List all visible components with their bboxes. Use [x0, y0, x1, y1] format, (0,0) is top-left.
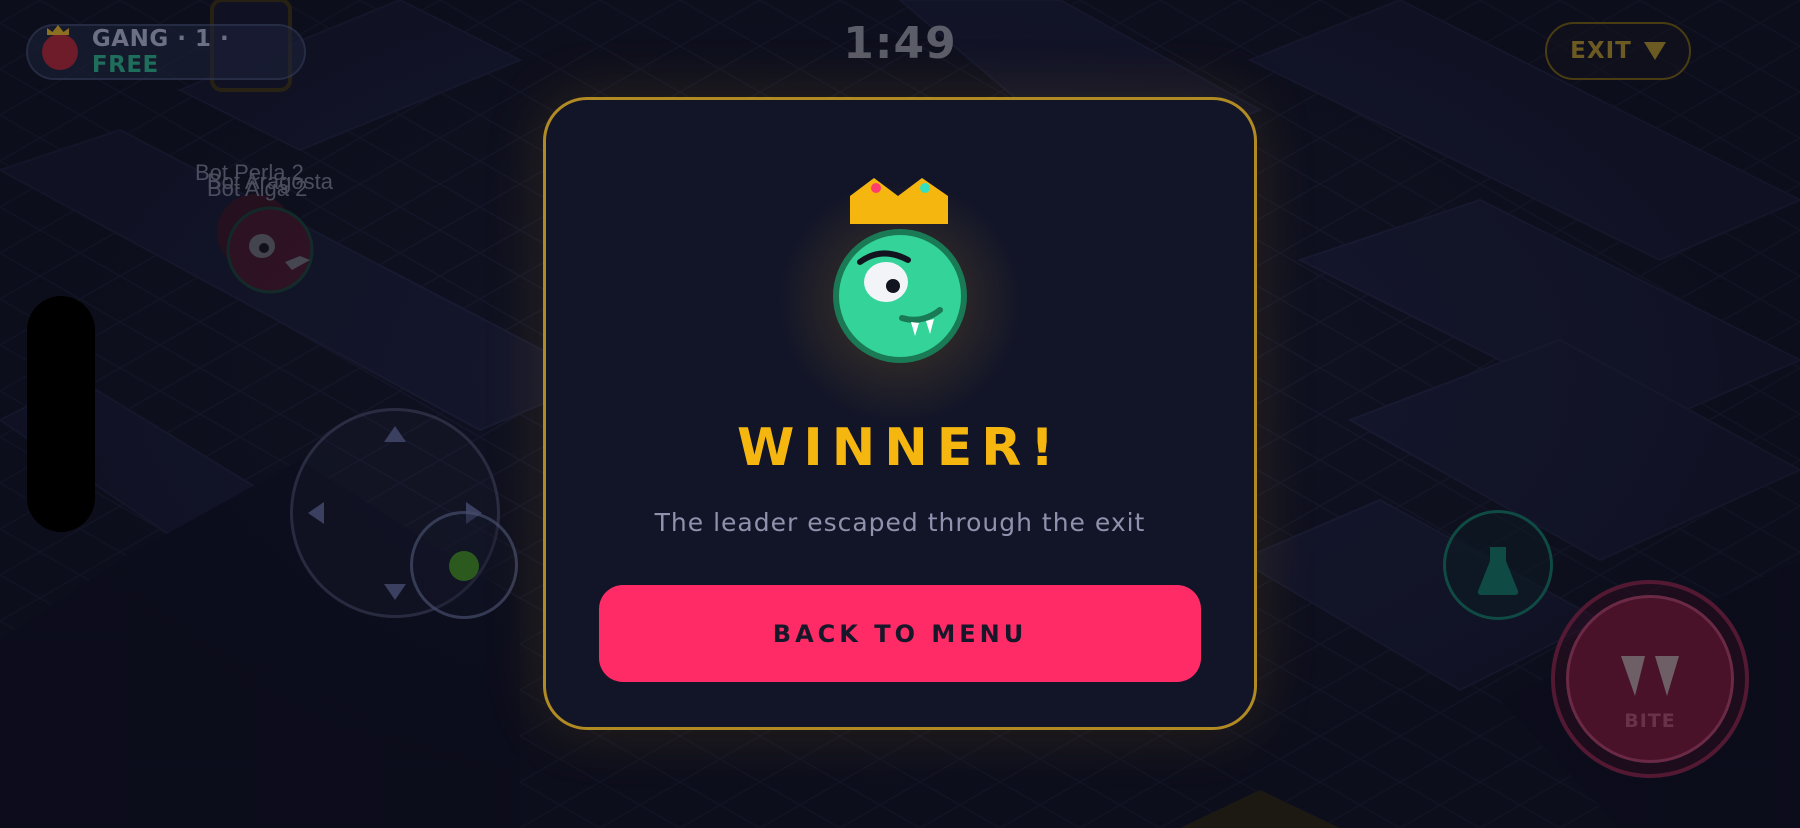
gang-status-pill: GANG · 1 · FREE [26, 24, 306, 80]
down-arrow-icon [1643, 42, 1666, 60]
potion-button[interactable] [1443, 510, 1553, 620]
winner-subtitle: The leader escaped through the exit [654, 508, 1146, 537]
gang-label: GANG · 1 · [91, 26, 230, 52]
back-to-menu-label: BACK TO MENU [772, 619, 1028, 648]
winner-title: WINNER! [736, 418, 1064, 478]
bite-button[interactable] [1566, 595, 1734, 763]
joystick-center-dot [449, 551, 479, 581]
left-arrow-icon [308, 502, 324, 524]
crown-gem-red [871, 183, 881, 193]
gang-status: FREE [91, 52, 159, 78]
crown-icon [850, 178, 948, 224]
side-panel-handle[interactable] [27, 296, 95, 532]
flask-icon [1477, 547, 1519, 595]
bot-name-label: Bot Alga 2 [207, 176, 308, 201]
gang-leader-avatar-icon [42, 34, 78, 70]
fangs-icon [1621, 656, 1679, 696]
bite-label: BITE [1624, 710, 1676, 732]
up-arrow-icon [384, 426, 406, 442]
winner-avatar-icon [833, 178, 967, 363]
exit-button[interactable]: EXIT [1545, 22, 1691, 80]
gang-info: GANG · 1 · FREE [92, 26, 304, 78]
match-timer: 1:49 [843, 18, 957, 69]
down-arrow-icon [384, 584, 406, 600]
crown-gem-teal [920, 183, 930, 193]
back-to-menu-button[interactable]: BACK TO MENU [599, 585, 1201, 682]
exit-label: EXIT [1570, 38, 1632, 64]
